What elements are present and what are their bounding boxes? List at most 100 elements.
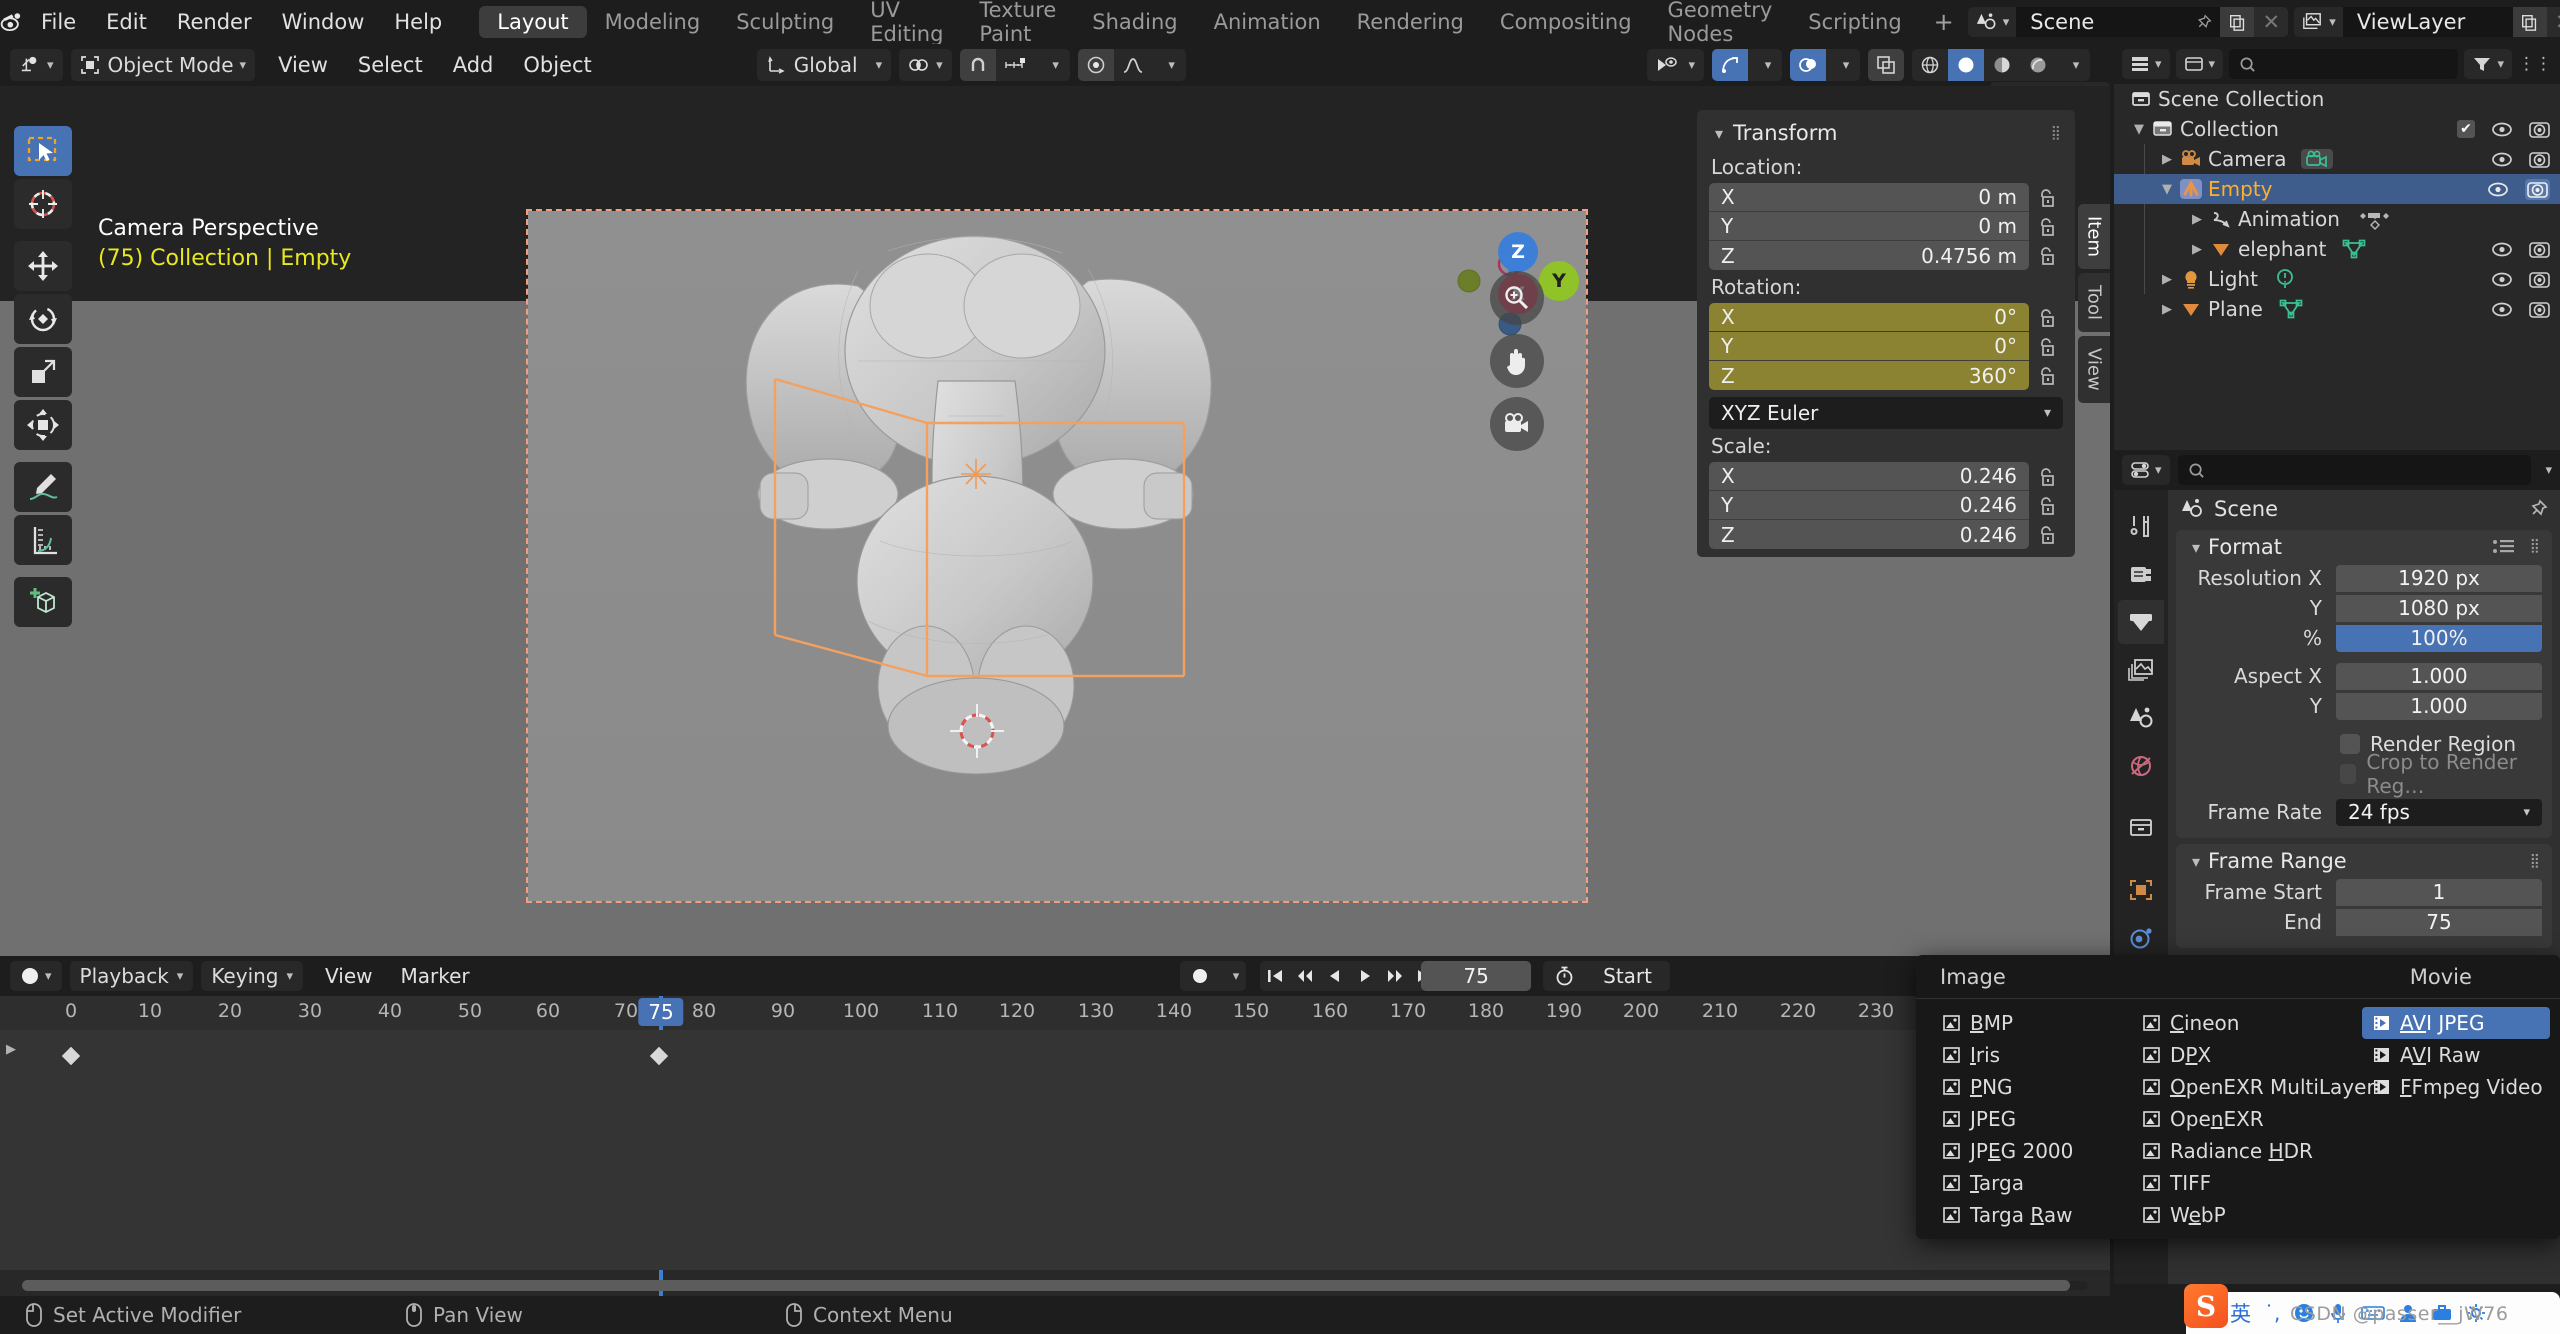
timeline-menu-marker[interactable]: Marker bbox=[387, 961, 484, 991]
properties-search-input[interactable] bbox=[2178, 455, 2532, 485]
unlocked-padlock-icon[interactable] bbox=[2029, 525, 2063, 545]
unlocked-padlock-icon[interactable] bbox=[2029, 337, 2063, 357]
shading-chevron-down-icon[interactable]: ▾ bbox=[2056, 49, 2090, 81]
overlays-icon[interactable] bbox=[1790, 49, 1826, 81]
camera-render-visibility-icon[interactable] bbox=[2529, 120, 2550, 139]
timeline-scrollbar[interactable] bbox=[0, 1278, 2110, 1292]
pin-icon[interactable] bbox=[2528, 499, 2548, 519]
editor-type-outliner-icon[interactable]: ▾ bbox=[2122, 49, 2170, 79]
tool-cursor[interactable] bbox=[14, 179, 72, 229]
tab-modeling[interactable]: Modeling bbox=[587, 6, 719, 38]
menu-file[interactable]: File bbox=[26, 0, 91, 44]
aspect-x-value[interactable]: 1.000 bbox=[2336, 663, 2542, 690]
resolution-x-row[interactable]: Resolution X 1920 px bbox=[2186, 564, 2542, 592]
rotation-x-row[interactable]: X 0° bbox=[1709, 303, 2063, 332]
format-item-webp[interactable]: WebP bbox=[2132, 1199, 2354, 1231]
file-format-popup-menu[interactable]: Image Movie BMP Iris PNG JPEG JPEG 2000 … bbox=[1916, 955, 2560, 1239]
scrollbar-thumb[interactable] bbox=[22, 1280, 2070, 1291]
outliner-search-input[interactable] bbox=[2229, 49, 2458, 79]
panel-drag-dots-icon[interactable]: ⣿ bbox=[2530, 538, 2542, 556]
sidebar-tab-view[interactable]: View bbox=[2078, 336, 2110, 403]
menu-window[interactable]: Window bbox=[267, 0, 380, 44]
rotation-z-row[interactable]: Z 360° bbox=[1709, 361, 2063, 390]
shading-solid-icon[interactable] bbox=[1948, 49, 1984, 81]
funnel-filter-icon[interactable]: ▾ bbox=[2464, 49, 2512, 79]
eye-visibility-icon[interactable] bbox=[2491, 242, 2513, 257]
tool-add-cube[interactable] bbox=[14, 577, 72, 627]
rotation-z-value[interactable]: 360° bbox=[1969, 364, 2017, 388]
falloff-smooth-icon[interactable] bbox=[1114, 49, 1152, 81]
auto-keying-record-icon[interactable] bbox=[1180, 961, 1220, 991]
location-x-row[interactable]: X 0 m bbox=[1709, 183, 2063, 212]
eye-visibility-icon[interactable] bbox=[2487, 182, 2509, 197]
sogou-ime-logo-icon[interactable]: S bbox=[2184, 1284, 2228, 1328]
camera-data-icon[interactable] bbox=[2301, 149, 2333, 169]
unlocked-padlock-icon[interactable] bbox=[2029, 496, 2063, 516]
close-icon[interactable]: ✕ bbox=[2547, 7, 2560, 37]
start-frame-button[interactable]: Start bbox=[1585, 961, 1670, 991]
format-item-png[interactable]: PNG bbox=[1932, 1071, 2124, 1103]
format-item-openexr[interactable]: OpenEXR bbox=[2132, 1103, 2354, 1135]
format-item-jpeg[interactable]: JPEG bbox=[1932, 1103, 2124, 1135]
chevron-right-icon[interactable]: ▶ bbox=[2156, 302, 2178, 317]
shading-rendered-icon[interactable] bbox=[2020, 49, 2056, 81]
falloff-chevron-down-icon[interactable]: ▾ bbox=[1152, 49, 1186, 81]
current-frame-field[interactable]: 75 bbox=[1421, 961, 1531, 991]
scale-y-row[interactable]: Y 0.246 bbox=[1709, 491, 2063, 520]
mesh-data-icon[interactable] bbox=[2342, 238, 2366, 260]
render-region-checkbox[interactable] bbox=[2340, 734, 2360, 754]
viewlayer-selector[interactable]: ▾ ViewLayer ✕ bbox=[2294, 7, 2560, 37]
frame-rate-dropdown[interactable]: 24 fps ▾ bbox=[2336, 799, 2542, 826]
gizmo-group[interactable]: ▾ bbox=[1712, 49, 1782, 81]
gizmo-icon[interactable] bbox=[1712, 49, 1748, 81]
tool-scale[interactable] bbox=[14, 347, 72, 397]
frame-range-panel-header[interactable]: ▾ Frame Range ⣿ bbox=[2176, 844, 2552, 878]
play-icon[interactable] bbox=[1350, 961, 1380, 991]
timeline-menu-view[interactable]: View bbox=[311, 961, 386, 991]
camera-render-visibility-icon[interactable] bbox=[2529, 300, 2550, 319]
scale-z-value[interactable]: 0.246 bbox=[1960, 523, 2017, 547]
object-visibility-dropdown[interactable]: ▾ bbox=[1647, 49, 1704, 81]
scene-data-icon[interactable]: ▾ bbox=[1968, 7, 2017, 37]
keyframes-icon[interactable] bbox=[2358, 208, 2392, 230]
camera-render-visibility-icon[interactable] bbox=[2525, 179, 2550, 200]
properties-tab-world[interactable] bbox=[2118, 744, 2164, 788]
timeline-menu-playback[interactable]: Playback▾ bbox=[70, 961, 194, 991]
sidebar-tab-tool[interactable]: Tool bbox=[2078, 273, 2110, 332]
transform-panel-header[interactable]: ▾ Transform ⣿ bbox=[1697, 116, 2075, 150]
viewport-menu-view[interactable]: View bbox=[263, 49, 343, 81]
tab-geometry-nodes[interactable]: Geometry Nodes bbox=[1650, 6, 1791, 38]
tab-animation[interactable]: Animation bbox=[1196, 6, 1339, 38]
crop-to-render-region-row[interactable]: Crop to Render Reg… bbox=[2340, 760, 2542, 788]
outliner-row-camera[interactable]: ▶ Camera bbox=[2114, 144, 2560, 174]
unlocked-padlock-icon[interactable] bbox=[2029, 188, 2063, 208]
outliner-display-mode-icon[interactable]: ▾ bbox=[2176, 49, 2224, 79]
panel-drag-dots-icon[interactable]: ⣿ bbox=[2530, 853, 2542, 869]
sidebar-tab-item[interactable]: Item bbox=[2078, 204, 2110, 269]
aspect-x-row[interactable]: Aspect X 1.000 bbox=[2186, 662, 2542, 690]
chevron-right-icon[interactable]: ▶ bbox=[2156, 152, 2178, 167]
rotation-y-value[interactable]: 0° bbox=[1994, 334, 2017, 358]
tab-scripting[interactable]: Scripting bbox=[1790, 6, 1919, 38]
outliner-row-plane[interactable]: ▶ Plane bbox=[2114, 294, 2560, 324]
scale-x-row[interactable]: X 0.246 bbox=[1709, 462, 2063, 491]
chevron-right-icon[interactable]: ▶ bbox=[2156, 272, 2178, 287]
tool-measure[interactable] bbox=[14, 515, 72, 565]
outliner-row-light[interactable]: ▶ Light bbox=[2114, 264, 2560, 294]
rotation-mode-dropdown[interactable]: XYZ Euler ▾ bbox=[1709, 397, 2063, 429]
location-z-row[interactable]: Z 0.4756 m bbox=[1709, 241, 2063, 270]
chevron-down-icon[interactable]: ▼ bbox=[2156, 182, 2178, 197]
shading-wireframe-icon[interactable] bbox=[1912, 49, 1948, 81]
menu-render[interactable]: Render bbox=[162, 0, 267, 44]
snap-chevron-down-icon[interactable]: ▾ bbox=[1036, 49, 1070, 81]
eye-visibility-icon[interactable] bbox=[2491, 272, 2513, 287]
overlays-group[interactable]: ▾ bbox=[1790, 49, 1860, 81]
pan-hand-icon[interactable] bbox=[1490, 334, 1544, 388]
resolution-percent-row[interactable]: % 100% bbox=[2186, 624, 2542, 652]
tool-annotate[interactable] bbox=[14, 462, 72, 512]
crop-to-render-region-checkbox[interactable] bbox=[2340, 764, 2356, 784]
gizmo-axis-y[interactable]: Y bbox=[1539, 261, 1579, 301]
new-viewlayer-button[interactable] bbox=[2513, 7, 2547, 37]
panel-drag-dots-icon[interactable]: ⣿ bbox=[2051, 125, 2063, 141]
camera-render-visibility-icon[interactable] bbox=[2529, 150, 2550, 169]
